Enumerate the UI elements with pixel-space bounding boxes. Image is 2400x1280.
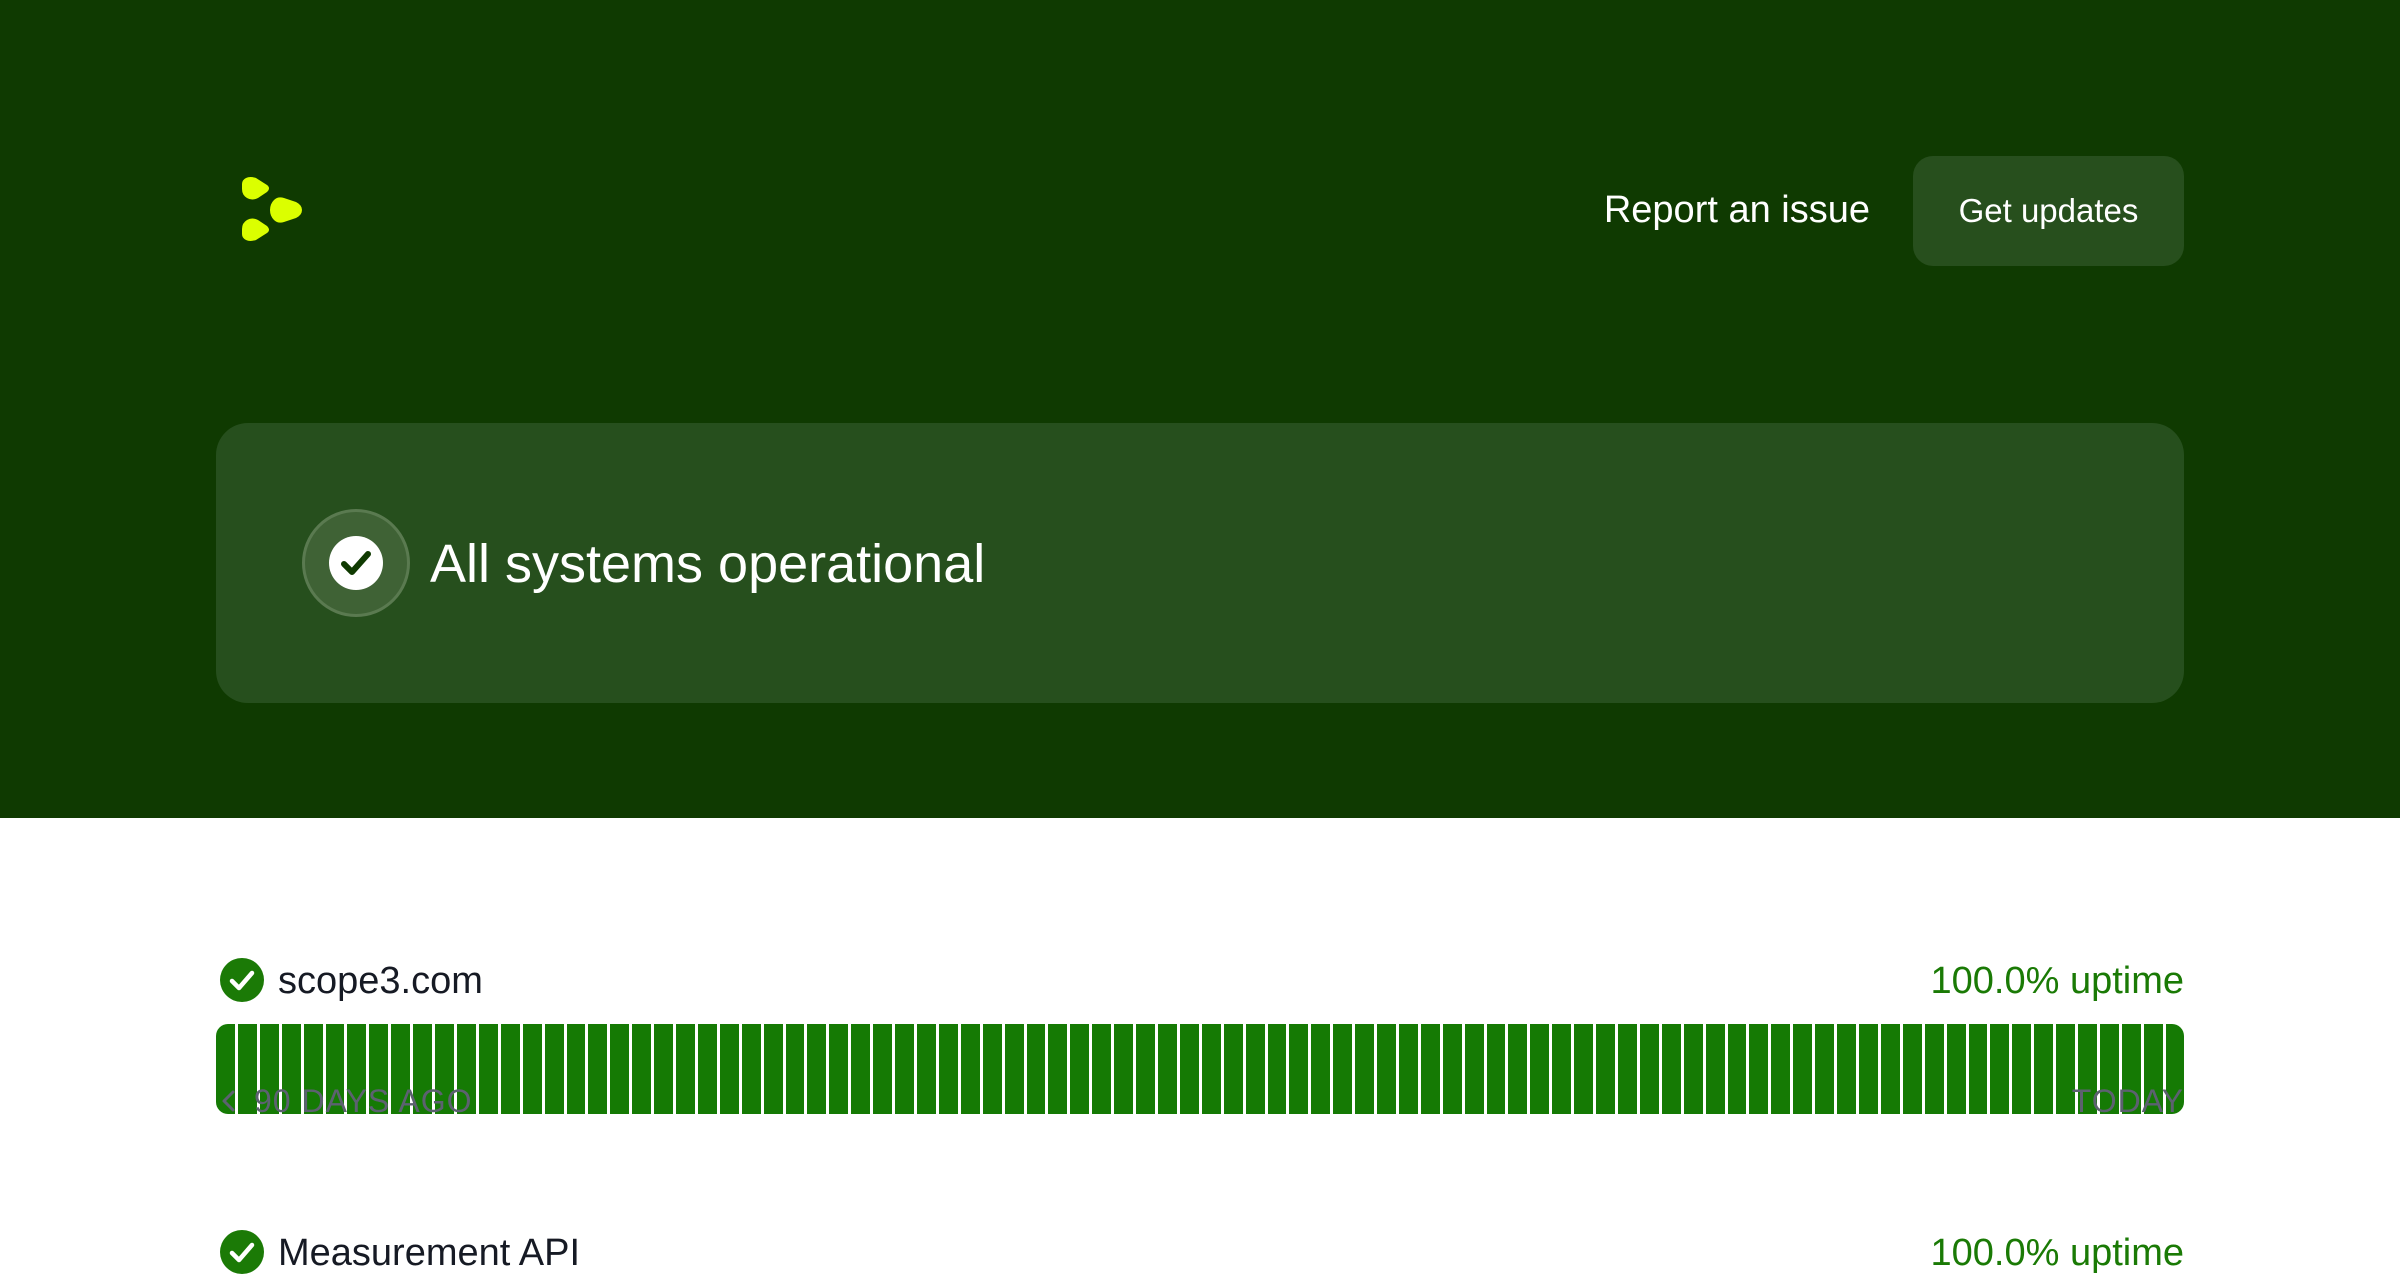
hero-header: Report an issue Get updates All systems …	[0, 0, 2400, 818]
overall-status-card: All systems operational	[216, 423, 2184, 703]
check-circle-icon	[220, 1230, 264, 1274]
overall-status-title: All systems operational	[430, 534, 986, 594]
component-header: scope3.com 100.0% uptime	[216, 954, 2184, 1008]
component-uptime: 100.0% uptime	[1930, 960, 2185, 1002]
brand-logo-icon[interactable]	[240, 176, 306, 242]
chevron-left-icon	[222, 1090, 235, 1112]
uptime-range-labels: 90 DAYS AGO TODAY	[216, 1078, 2184, 1124]
range-start-label: 90 DAYS AGO	[254, 1083, 473, 1119]
component-measurement-api: Measurement API 100.0% uptime	[216, 1226, 2184, 1280]
status-check-icon-ring	[302, 509, 410, 617]
component-name[interactable]: scope3.com	[278, 954, 483, 1008]
range-end-label: TODAY	[2071, 1083, 2184, 1119]
component-name[interactable]: Measurement API	[278, 1226, 580, 1280]
check-circle-icon	[329, 536, 383, 590]
component-uptime: 100.0% uptime	[1930, 1232, 2185, 1274]
check-circle-icon	[220, 958, 264, 1002]
component-header: Measurement API 100.0% uptime	[216, 1226, 2184, 1280]
get-updates-button[interactable]: Get updates	[1913, 156, 2184, 266]
report-issue-link[interactable]: Report an issue	[1590, 180, 1870, 240]
component-scope3: scope3.com 100.0% uptime 90 DAYS AGO TOD…	[216, 954, 2184, 1174]
